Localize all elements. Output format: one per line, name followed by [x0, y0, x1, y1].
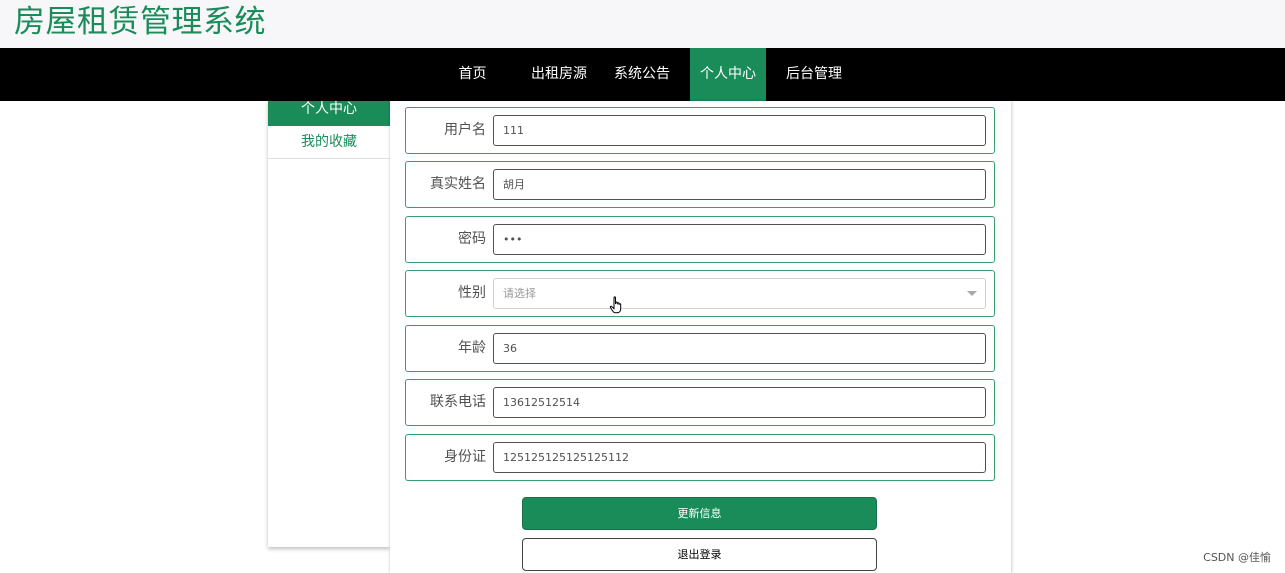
- form-row-password: 密码 •••: [405, 216, 995, 263]
- idcard-input[interactable]: 125125125125125112: [493, 442, 986, 473]
- phone-label: 联系电话: [430, 394, 486, 410]
- password-input[interactable]: •••: [493, 224, 986, 255]
- realname-label: 真实姓名: [430, 176, 486, 192]
- idcard-label: 身份证: [444, 449, 486, 465]
- form-row-idcard: 身份证 125125125125125112: [405, 434, 995, 481]
- nav-item-admin[interactable]: 后台管理: [780, 48, 848, 101]
- update-info-button[interactable]: 更新信息: [522, 497, 877, 530]
- sidebar-item-favorites[interactable]: 我的收藏: [268, 126, 390, 159]
- nav-item-announcements[interactable]: 系统公告: [608, 48, 676, 101]
- nav-item-home[interactable]: 首页: [445, 48, 500, 101]
- form-row-age: 年龄 36: [405, 325, 995, 372]
- page: 房屋租赁管理系统 首页 出租房源 系统公告 个人中心 后台管理 个人中心 我的收…: [0, 0, 1285, 573]
- form-row-realname: 真实姓名 胡月: [405, 161, 995, 208]
- realname-input[interactable]: 胡月: [493, 169, 986, 200]
- gender-select[interactable]: 请选择: [493, 278, 986, 309]
- sidebar: 个人中心 我的收藏: [268, 101, 390, 547]
- profile-form: 用户名 111 真实姓名 胡月 密码 ••• 性别 请选择 年龄 36 联系电话…: [390, 101, 1011, 573]
- top-nav: 首页 出租房源 系统公告 个人中心 后台管理: [0, 48, 1285, 101]
- logout-button[interactable]: 退出登录: [522, 538, 877, 571]
- site-title: 房屋租赁管理系统: [14, 4, 266, 40]
- nav-item-rentals[interactable]: 出租房源: [525, 48, 593, 101]
- form-row-username: 用户名 111: [405, 107, 995, 154]
- form-row-gender: 性别 请选择: [405, 270, 995, 317]
- hand-cursor-icon: [609, 296, 622, 314]
- header: 房屋租赁管理系统: [0, 0, 1285, 48]
- watermark: CSDN @佳愉: [1203, 551, 1271, 564]
- sidebar-item-personal-center[interactable]: 个人中心: [268, 101, 390, 126]
- form-row-phone: 联系电话 13612512514: [405, 379, 995, 426]
- age-input[interactable]: 36: [493, 333, 986, 364]
- gender-label: 性别: [458, 285, 486, 301]
- username-input[interactable]: 111: [493, 115, 986, 146]
- chevron-down-icon: [967, 291, 977, 296]
- phone-input[interactable]: 13612512514: [493, 387, 986, 418]
- password-label: 密码: [458, 231, 486, 247]
- age-label: 年龄: [458, 340, 486, 356]
- gender-placeholder: 请选择: [503, 287, 536, 300]
- nav-item-personal-center[interactable]: 个人中心: [690, 48, 766, 101]
- username-label: 用户名: [444, 122, 486, 138]
